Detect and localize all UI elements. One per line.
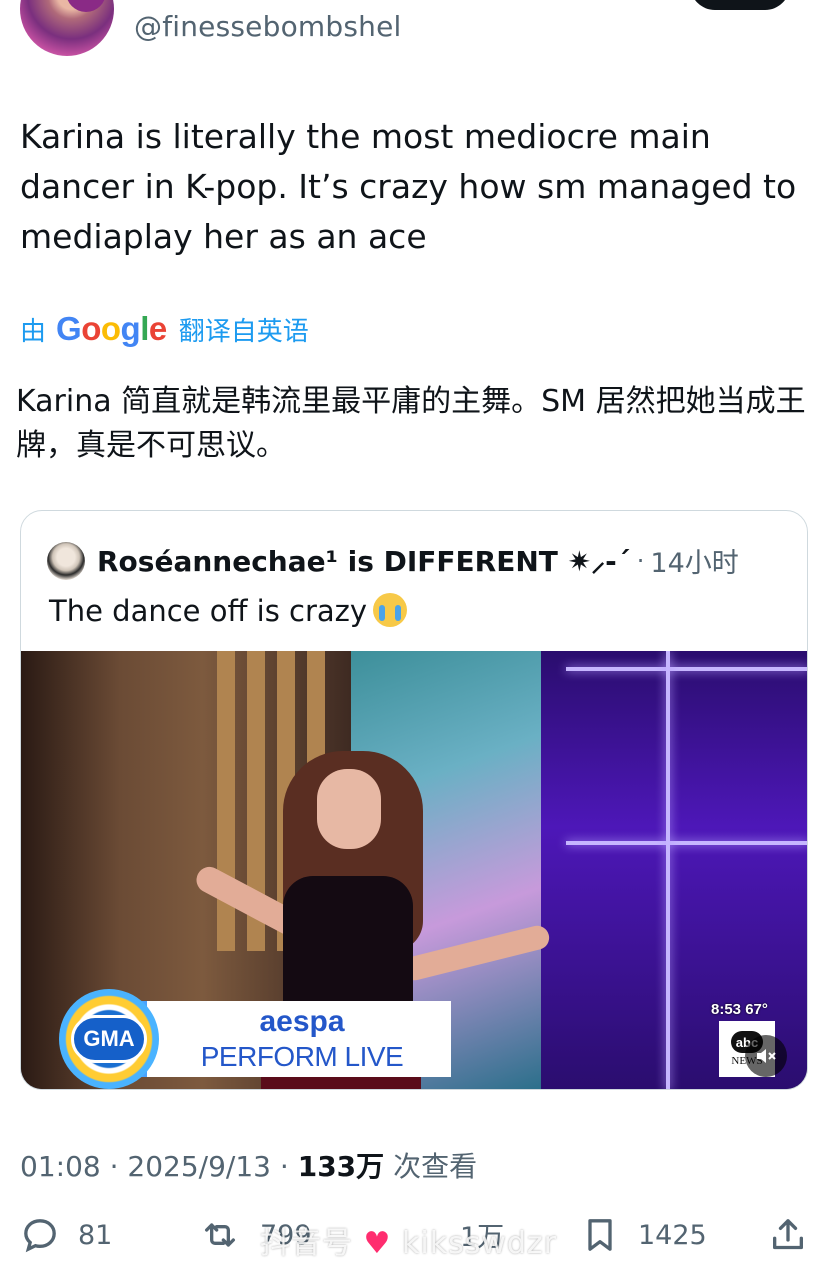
lower-third-subtitle: PERFORM LIVE [200, 1041, 404, 1072]
bookmark-button[interactable]: 1425 [580, 1215, 707, 1255]
author-avatar[interactable] [20, 0, 114, 56]
separator-dot: · [636, 546, 645, 575]
quoted-author-name[interactable]: Roséannechae¹ is DIFFERENT ✷⸝-´ [97, 542, 631, 580]
translation-attribution[interactable]: 由 Google 翻译自英语 [20, 310, 309, 348]
reply-button[interactable]: 81 [20, 1215, 112, 1255]
translate-suffix: 翻译自英语 [178, 316, 309, 347]
speaker-muted-icon [757, 1049, 776, 1063]
view-count[interactable]: 133万 [298, 1150, 384, 1183]
heart-icon: ♥ [363, 1226, 392, 1261]
quoted-author-avatar [47, 541, 85, 580]
light-grid-line [566, 667, 807, 671]
post-time: 01:08 [20, 1150, 101, 1183]
quoted-text-content: The dance off is crazy [49, 594, 368, 628]
meta-separator: · [109, 1150, 119, 1183]
meta-separator: · [279, 1150, 289, 1183]
douyin-watermark: 抖音号 ♥ kiksswdzr [260, 1218, 557, 1262]
gma-logo-text: GMA [71, 1015, 147, 1063]
google-logo: Google [56, 310, 167, 347]
gma-logo: GMA [59, 989, 159, 1089]
share-button[interactable] [768, 1215, 808, 1255]
dancer-face [317, 769, 381, 849]
quoted-tweet-text: The dance off is crazy [49, 593, 408, 628]
watermark-text: 抖音号 [260, 1226, 353, 1261]
repost-icon [205, 1223, 235, 1247]
reply-count: 81 [78, 1219, 113, 1251]
translate-prefix: 由 [20, 316, 47, 347]
quoted-tweet-card[interactable]: Roséannechae¹ is DIFFERENT ✷⸝-´ · 14小时 T… [20, 510, 808, 1090]
lower-third-title: aespa [259, 1005, 345, 1038]
author-handle[interactable]: @finessebombshel [134, 10, 402, 43]
bookmark-icon [588, 1219, 612, 1251]
watermark-id: kiksswdzr [402, 1226, 558, 1261]
follow-button[interactable] [690, 0, 790, 10]
reply-icon [24, 1219, 56, 1253]
video-player[interactable]: aespa PERFORM LIVE GMA 8:53 67° abc NEWS [21, 651, 807, 1089]
bookmark-count: 1425 [638, 1219, 707, 1251]
quoted-tweet-header: Roséannechae¹ is DIFFERENT ✷⸝-´ · 14小时 [47, 541, 739, 580]
tweet-text: Karina is literally the most mediocre ma… [20, 117, 797, 256]
lower-third-banner: aespa PERFORM LIVE [141, 1001, 451, 1077]
post-date: 2025/9/13 [127, 1150, 271, 1183]
share-icon [773, 1219, 803, 1250]
translated-text: Karina 简直就是韩流里最平庸的主舞。SM 居然把她当成王牌，真是不可思议。 [16, 384, 806, 463]
light-grid-line [666, 651, 670, 1089]
quoted-tweet-time: 14小时 [650, 548, 739, 579]
view-label: 次查看 [393, 1150, 478, 1183]
loudly-crying-face-icon [373, 593, 408, 627]
light-grid-line [566, 841, 807, 845]
tweet-metadata: 01:08 · 2025/9/13 · 133万 次查看 [20, 1145, 477, 1185]
tv-clock: 8:53 67° [711, 1001, 768, 1018]
mute-button[interactable] [745, 1035, 787, 1077]
